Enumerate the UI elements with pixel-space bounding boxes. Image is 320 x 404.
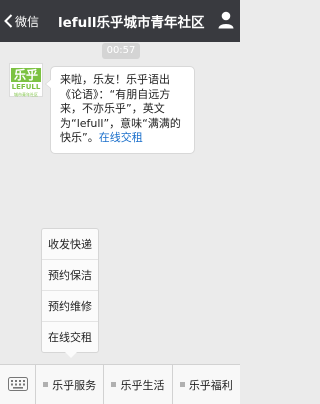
- avatar-logo-cn: 乐乎: [10, 68, 41, 82]
- menu-tab-life[interactable]: 乐乎生活: [104, 365, 173, 404]
- menu-list-icon: [179, 382, 185, 387]
- chat-header: 微信 lefull乐乎城市青年社区: [0, 0, 240, 42]
- popup-item-cleaning[interactable]: 预约保洁: [42, 260, 98, 291]
- popup-item-rent[interactable]: 在线交租: [42, 322, 98, 353]
- bottom-menu-bar: 乐乎服务 乐乎生活 乐乎福利: [0, 364, 240, 404]
- back-button[interactable]: 微信: [4, 10, 39, 32]
- service-popup-menu: 收发快递 预约保洁 预约维修 在线交租: [41, 228, 99, 358]
- message-bubble: 来啦，乐友！乐乎语出《论语》：“有朋自远方来，不亦乐乎”，英文为“lefull”…: [45, 66, 195, 154]
- menu-tab-label: 乐乎服务: [52, 378, 97, 392]
- message-timestamp: 00:57: [102, 43, 140, 59]
- user-profile-icon[interactable]: [218, 11, 234, 33]
- menu-tab-welfare[interactable]: 乐乎福利: [173, 365, 240, 404]
- popup-item-repair[interactable]: 预约维修: [42, 291, 98, 322]
- menu-tab-label: 乐乎生活: [120, 378, 165, 392]
- avatar-logo-en: LEFULL: [11, 83, 41, 91]
- chat-title: lefull乐乎城市青年社区: [58, 15, 205, 31]
- avatar-logo-sub: 城市青年社区: [14, 92, 38, 97]
- keyboard-toggle-button[interactable]: [0, 365, 36, 404]
- avatar[interactable]: 乐乎 LEFULL 城市青年社区: [9, 63, 43, 97]
- chevron-left-icon: [4, 14, 13, 28]
- menu-list-icon: [43, 382, 49, 387]
- keyboard-icon: [7, 376, 28, 395]
- back-label: 微信: [15, 14, 40, 29]
- menu-tab-label: 乐乎福利: [188, 378, 233, 392]
- message-link[interactable]: 在线交租: [99, 131, 143, 144]
- menu-list-icon: [111, 382, 117, 387]
- popup-item-express[interactable]: 收发快递: [42, 229, 98, 260]
- menu-tab-service[interactable]: 乐乎服务: [36, 365, 105, 404]
